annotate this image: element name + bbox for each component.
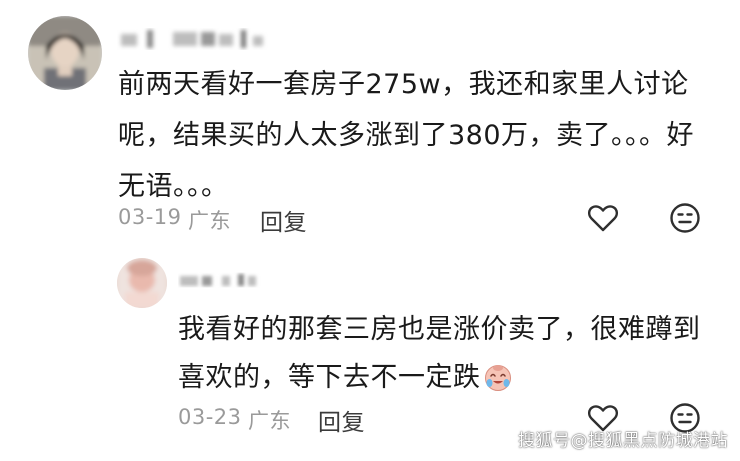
watermark: 搜狐号@搜狐黑点防城港站 — [518, 431, 728, 451]
reply-avatar[interactable] — [117, 258, 167, 308]
comment-region: 广东 — [188, 209, 231, 233]
neutral-face-icon[interactable] — [668, 201, 702, 235]
reply-text-content: 我看好的那套三房也是涨价卖了，很难蹲到喜欢的，等下去不一定跌 — [178, 314, 701, 393]
reply-username[interactable] — [178, 270, 264, 290]
heart-outline-icon[interactable] — [586, 201, 620, 235]
comment-text: 前两天看好一套房子275w，我还和家里人讨论呢，结果买的人太多涨到了380万，卖… — [118, 69, 695, 202]
reply-region: 广东 — [248, 409, 291, 433]
comment-thread: 前两天看好一套房子275w，我还和家里人讨论呢，结果买的人太多涨到了380万，卖… — [0, 0, 740, 461]
username[interactable] — [117, 26, 277, 52]
reply-reply-button[interactable]: 回复 — [318, 403, 365, 437]
reply-date: 03-23 — [178, 405, 242, 429]
avatar[interactable] — [28, 16, 102, 90]
reply-text: 我看好的那套三房也是涨价卖了，很难蹲到喜欢的，等下去不一定跌 — [178, 306, 718, 402]
reply-button[interactable]: 回复 — [260, 203, 307, 237]
comment-date: 03-19 — [118, 205, 182, 229]
crying-laughing-emoji-icon — [483, 360, 513, 391]
